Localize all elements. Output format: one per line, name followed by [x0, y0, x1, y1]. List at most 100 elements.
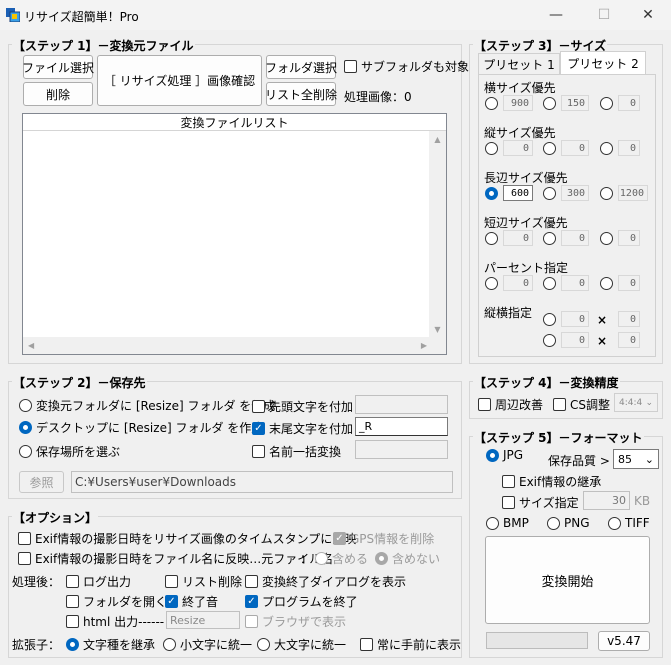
horizontal-scrollbar[interactable]: ◀ ▶	[23, 337, 446, 354]
quality-select[interactable]: 85 ⌄	[613, 449, 659, 469]
width-priority-radio-1[interactable]	[485, 97, 502, 110]
save-choose-radio[interactable]: 保存場所を選ぶ	[19, 443, 120, 460]
save-path-field[interactable]: C:¥Users¥user¥Downloads	[71, 471, 453, 493]
start-convert-button[interactable]: 変換開始	[485, 536, 650, 624]
width-priority-radio-3[interactable]	[600, 97, 617, 110]
show-browser-checkbox[interactable]: ブラウザで表示	[245, 613, 346, 630]
percent-value-2[interactable]: 0	[561, 275, 589, 291]
short-side-value-2[interactable]: 0	[561, 230, 589, 246]
sampling-select[interactable]: 4:4:4 ⌄	[614, 393, 658, 412]
wh-width-value-2[interactable]: 0	[561, 332, 589, 348]
prefix-input[interactable]	[355, 395, 448, 414]
height-priority-radio-2[interactable]	[543, 142, 560, 155]
close-icon[interactable]: ✕	[625, 0, 671, 30]
wh-height-value-2[interactable]: 0	[618, 332, 640, 348]
list-delete-checkbox[interactable]: リスト削除	[165, 573, 242, 590]
radio-circle	[486, 448, 499, 462]
long-side-value-1[interactable]: 600	[503, 185, 533, 201]
suffix-checkbox[interactable]: ✓ 末尾文字を付加	[252, 420, 353, 437]
log-output-checkbox[interactable]: ログ出力	[66, 573, 131, 590]
vertical-scrollbar[interactable]: ▲ ▼	[429, 131, 446, 338]
prefix-checkbox[interactable]: 先頭文字を付加	[252, 398, 353, 415]
width-priority-radio-2[interactable]	[543, 97, 560, 110]
size-spec-input[interactable]: 30	[583, 491, 630, 510]
html-output-checkbox[interactable]: html 出力------	[66, 613, 164, 630]
open-folder-checkbox[interactable]: フォルダを開く	[66, 593, 167, 610]
browse-button[interactable]: 参照	[19, 471, 64, 493]
scroll-left-icon[interactable]: ◀	[28, 341, 34, 350]
save-source-folder-radio[interactable]: 変換元フォルダに [Resize] フォルダ を作成	[19, 397, 275, 414]
checkbox-box	[66, 595, 79, 608]
percent-value-3[interactable]: 0	[618, 275, 640, 291]
end-sound-checkbox[interactable]: ✓ 終了音	[165, 593, 218, 610]
subfolder-checkbox[interactable]: サブフォルダも対象	[344, 58, 469, 75]
radio-circle	[543, 232, 556, 245]
tab-preset-1[interactable]: プリセット 1	[478, 53, 560, 74]
save-desktop-radio[interactable]: デスクトップに [Resize] フォルダ を作成	[19, 419, 263, 436]
minimize-icon[interactable]: —	[533, 0, 579, 30]
width-value-1[interactable]: 900	[503, 95, 533, 111]
gps-delete-checkbox[interactable]: ✓ GPS情報を削除	[333, 530, 434, 547]
clear-list-button[interactable]: リスト全削除	[265, 82, 337, 106]
folder-select-button[interactable]: フォルダ選択	[265, 55, 337, 79]
ext-lower-radio[interactable]: 小文字に統一	[163, 636, 252, 653]
ext-keep-radio[interactable]: 文字種を継承	[66, 636, 155, 653]
include-radio[interactable]: 含める	[315, 550, 368, 567]
exif-timestamp-checkbox[interactable]: Exif情報の撮影日時をリサイズ画像のタイムスタンプに反映	[18, 530, 356, 547]
show-dialog-checkbox[interactable]: 変換終了ダイアログを表示	[245, 573, 406, 590]
sharpen-checkbox[interactable]: 周辺改善	[478, 396, 543, 413]
tiff-radio[interactable]: TIFF	[608, 516, 650, 530]
long-side-value-3[interactable]: 1200	[618, 185, 648, 201]
delete-button[interactable]: 削除	[23, 82, 93, 106]
exif-filename-checkbox[interactable]: Exif情報の撮影日時をファイル名に反映…元ファイル名	[18, 550, 333, 567]
resize-check-button[interactable]: ［ リサイズ処理 ］画像確認	[97, 55, 262, 106]
exclude-radio[interactable]: 含めない	[375, 550, 440, 567]
percent-radio-3[interactable]	[600, 277, 617, 290]
height-value-2[interactable]: 0	[561, 140, 589, 156]
short-side-value-1[interactable]: 0	[503, 230, 533, 246]
long-side-value-2[interactable]: 300	[561, 185, 589, 201]
height-priority-radio-3[interactable]	[600, 142, 617, 155]
long-side-radio-1[interactable]	[485, 187, 502, 200]
html-name-input[interactable]: Resize	[166, 611, 240, 629]
exif-keep-checkbox[interactable]: Exif情報の継承	[502, 473, 601, 490]
percent-value-1[interactable]: 0	[503, 275, 533, 291]
scroll-right-icon[interactable]: ▶	[421, 341, 427, 350]
wh-radio-1[interactable]	[543, 313, 560, 326]
file-select-button[interactable]: ファイル選択	[22, 55, 94, 79]
short-side-radio-1[interactable]	[485, 232, 502, 245]
exit-program-checkbox[interactable]: ✓ プログラムを終了	[245, 593, 358, 610]
bmp-radio[interactable]: BMP	[486, 516, 529, 530]
size-spec-checkbox[interactable]: サイズ指定	[502, 494, 579, 511]
short-side-radio-2[interactable]	[543, 232, 560, 245]
wh-radio-2[interactable]	[543, 334, 560, 347]
version-button[interactable]: v5.47	[598, 631, 650, 651]
percent-radio-1[interactable]	[485, 277, 502, 290]
height-value-3[interactable]: 0	[618, 140, 640, 156]
file-list-header[interactable]: 変換ファイルリスト	[23, 114, 446, 131]
height-priority-radio-1[interactable]	[485, 142, 502, 155]
rename-checkbox[interactable]: 名前一括変換	[252, 443, 341, 460]
rename-input[interactable]	[355, 440, 448, 459]
maximize-icon[interactable]: ☐	[581, 0, 627, 30]
long-side-radio-3[interactable]	[600, 187, 617, 200]
jpg-radio[interactable]: JPG	[486, 448, 523, 462]
file-list[interactable]: 変換ファイルリスト ▲ ▼ ◀ ▶	[22, 113, 447, 355]
short-side-value-3[interactable]: 0	[618, 230, 640, 246]
scroll-down-icon[interactable]: ▼	[434, 325, 440, 334]
suffix-input[interactable]: _R	[355, 417, 448, 436]
wh-height-value-1[interactable]: 0	[618, 311, 640, 327]
ext-upper-radio[interactable]: 大文字に統一	[257, 636, 346, 653]
png-radio[interactable]: PNG	[547, 516, 590, 530]
wh-width-value-1[interactable]: 0	[561, 311, 589, 327]
cs-adjust-checkbox[interactable]: CS調整	[553, 396, 610, 413]
long-side-radio-2[interactable]	[543, 187, 560, 200]
scroll-up-icon[interactable]: ▲	[434, 135, 440, 144]
height-value-1[interactable]: 0	[503, 140, 533, 156]
tab-preset-2[interactable]: プリセット 2	[560, 51, 646, 75]
width-value-3[interactable]: 0	[618, 95, 640, 111]
percent-radio-2[interactable]	[543, 277, 560, 290]
always-front-checkbox[interactable]: 常に手前に表示	[360, 636, 461, 653]
width-value-2[interactable]: 150	[561, 95, 589, 111]
short-side-radio-3[interactable]	[600, 232, 617, 245]
